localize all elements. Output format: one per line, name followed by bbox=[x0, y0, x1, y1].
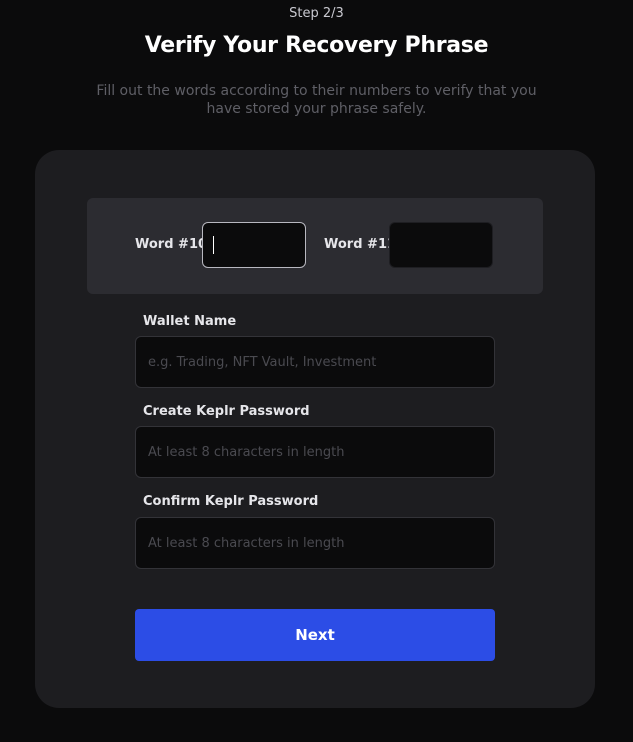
password-label: Create Keplr Password bbox=[143, 404, 310, 419]
word-10-input[interactable] bbox=[202, 222, 306, 268]
form-card: Word #10 Word #11 Wallet Name Create Kep… bbox=[35, 150, 595, 708]
word-10-label: Word #10 bbox=[135, 237, 208, 252]
confirm-password-input[interactable] bbox=[135, 517, 495, 569]
page: Step 2/3 Verify Your Recovery Phrase Fil… bbox=[0, 0, 633, 742]
step-indicator: Step 2/3 bbox=[289, 6, 344, 21]
wallet-name-input[interactable] bbox=[135, 336, 495, 388]
page-title: Verify Your Recovery Phrase bbox=[144, 33, 489, 58]
confirm-password-label: Confirm Keplr Password bbox=[143, 494, 319, 509]
next-button[interactable]: Next bbox=[135, 609, 495, 661]
word-11-input[interactable] bbox=[389, 222, 493, 268]
text-caret bbox=[213, 236, 214, 254]
page-subtitle: Fill out the words according to their nu… bbox=[96, 83, 537, 117]
recovery-words-panel: Word #10 Word #11 bbox=[87, 198, 543, 294]
password-input[interactable] bbox=[135, 426, 495, 478]
wallet-name-label: Wallet Name bbox=[143, 314, 237, 329]
word-11-label: Word #11 bbox=[324, 237, 397, 252]
